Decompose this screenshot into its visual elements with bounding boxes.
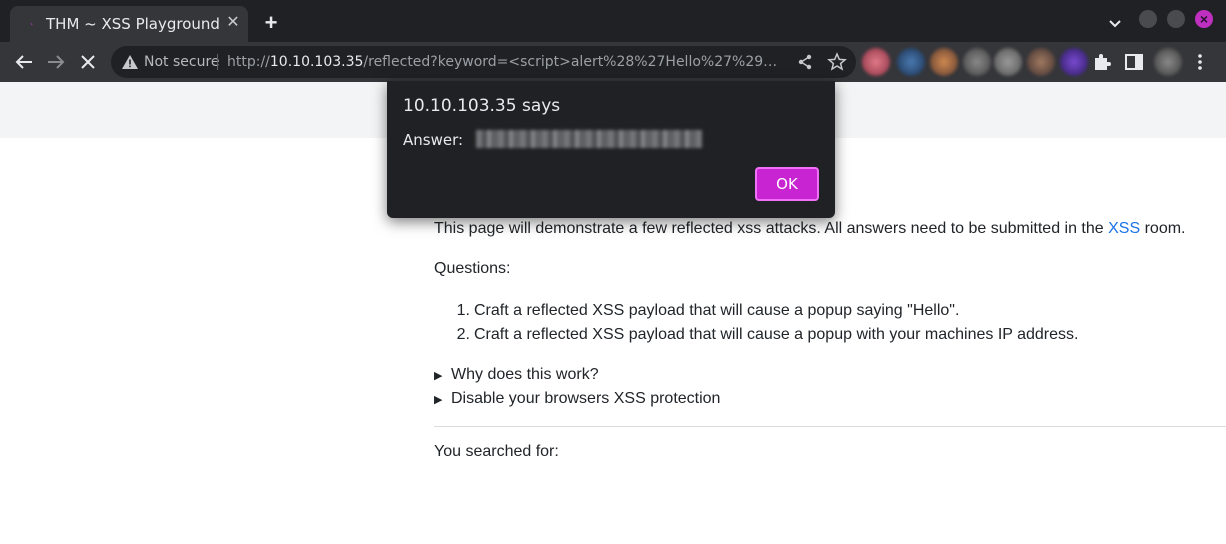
alert-dialog: 10.10.103.35 says Answer: OK (387, 81, 835, 218)
new-tab-button[interactable]: + (260, 12, 282, 34)
minimize-button[interactable] (1139, 10, 1157, 28)
extension-avatar[interactable] (963, 48, 991, 76)
questions-list: 1. Craft a reflected XSS payload that wil… (434, 299, 1079, 347)
maximize-button[interactable] (1167, 10, 1185, 28)
url-host: 10.10.103.35 (269, 54, 364, 70)
questions-heading: Questions: (434, 260, 511, 277)
searched-for-text: You searched for: (434, 443, 559, 460)
redacted-answer (476, 130, 702, 148)
dialog-title: 10.10.103.35 says (403, 96, 561, 116)
extension-avatar[interactable] (1027, 48, 1055, 76)
xss-room-link[interactable]: XSS (1108, 220, 1140, 237)
disclosure-triangle-icon: ▶ (434, 370, 443, 382)
stop-loading-icon[interactable] (76, 50, 100, 74)
ok-button[interactable]: OK (755, 167, 819, 201)
list-item: 2. Craft a reflected XSS payload that wil… (456, 326, 1079, 343)
side-panel-icon[interactable] (1122, 50, 1146, 74)
extension-avatar[interactable] (930, 48, 958, 76)
profile-avatar[interactable] (1154, 48, 1182, 76)
share-icon[interactable] (795, 52, 815, 72)
extension-avatar[interactable] (1060, 48, 1088, 76)
loading-favicon-icon: ˎ (30, 14, 34, 26)
disclosure-triangle-icon: ▶ (434, 394, 443, 406)
security-status-label[interactable]: Not secure (144, 54, 220, 70)
browser-toolbar: Not secure http://10.10.103.35/reflected… (0, 42, 1226, 82)
list-item: 1. Craft a reflected XSS payload that wil… (456, 302, 960, 319)
details-sections: ▶ Why does this work? ▶ Disable your brows… (434, 363, 720, 411)
tab-search-chevron-icon[interactable] (1106, 14, 1124, 32)
tab-title: THM ~ XSS Playground (46, 15, 220, 33)
star-icon[interactable] (827, 52, 847, 72)
extension-avatar[interactable] (994, 48, 1022, 76)
window-close-button[interactable]: × (1195, 10, 1213, 28)
divider (434, 426, 1226, 427)
kebab-menu-icon[interactable] (1188, 50, 1212, 74)
forward-arrow-icon[interactable] (44, 50, 68, 74)
url-text[interactable]: http://10.10.103.35/reflected?keyword=<s… (227, 54, 787, 70)
extension-avatar[interactable] (862, 48, 890, 76)
dialog-message-label: Answer: (403, 131, 464, 149)
intro-text: This page will demonstrate a few reflect… (434, 220, 1186, 237)
details-disable-xss-protection[interactable]: ▶ Disable your browsers XSS protection (434, 387, 720, 411)
details-why-it-works[interactable]: ▶ Why does this work? (434, 363, 720, 387)
url-path: /reflected?keyword=<script>alert%28%27He… (363, 54, 787, 70)
address-bar[interactable]: Not secure http://10.10.103.35/reflected… (111, 46, 856, 78)
address-divider (217, 54, 218, 70)
tab-close-icon[interactable]: ✕ (224, 14, 242, 32)
back-arrow-icon[interactable] (12, 50, 36, 74)
tab-strip: ˎ THM ~ XSS Playground ✕ + × (0, 0, 1226, 42)
warning-triangle-icon[interactable] (121, 53, 139, 71)
browser-tab[interactable]: ˎ THM ~ XSS Playground ✕ (10, 6, 248, 42)
extension-avatar[interactable] (897, 48, 925, 76)
puzzle-icon[interactable] (1090, 50, 1114, 74)
